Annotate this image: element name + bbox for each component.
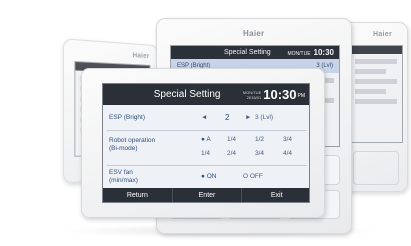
screen-header-bar: Special Setting MON/TUE 10:30 [171, 46, 339, 59]
option-radio[interactable]: 1/2 [255, 136, 264, 143]
setting-value: 2 [225, 113, 230, 122]
exit-button[interactable]: Exit [242, 188, 309, 202]
brand-logo: Haier [373, 31, 393, 38]
brand-logo: Haier [132, 52, 150, 61]
screen-line [355, 89, 387, 94]
brand-logo: Haier [243, 29, 265, 38]
screen-line [355, 69, 387, 74]
option-radio-on[interactable]: ● ON [201, 173, 216, 180]
left-arrow-icon[interactable]: ◄ [201, 114, 207, 121]
option-radio[interactable]: 1/4 [201, 150, 210, 157]
option-radio[interactable]: 2/4 [227, 150, 236, 157]
screen-header-bar: Special Setting MON/TUE 2016/01 10:30 PM [103, 84, 309, 105]
setting-row-esv[interactable]: ESV fan (min/max) ● ON O OFF [103, 166, 309, 188]
option-radio[interactable]: 4/4 [283, 150, 292, 157]
date-label: MON/TUE [287, 51, 311, 57]
screen-footer-bar: Return Enter Exit [103, 188, 309, 202]
screen-header-bar [350, 46, 402, 54]
clock: MON/TUE 10:30 [287, 48, 334, 57]
setting-unit: 3 (Lvl) [255, 114, 274, 121]
dpad-buttons[interactable] [353, 151, 399, 185]
right-arrow-icon[interactable]: ► [245, 114, 251, 121]
time-label: 10:30 [263, 87, 297, 102]
date-label: MON/TUE 2016/01 [242, 89, 262, 100]
clock: MON/TUE 2016/01 10:30 PM [241, 87, 309, 102]
option-radio[interactable]: 3/4 [255, 150, 264, 157]
setting-label: ESP (Bright) [109, 114, 146, 121]
controller-front: Special Setting MON/TUE 2016/01 10:30 PM… [81, 68, 325, 218]
ampm-label: PM [297, 93, 306, 99]
screen-title: Special Setting [224, 49, 271, 56]
screen-line [355, 99, 397, 104]
option-radio[interactable]: 3/4 [283, 136, 292, 143]
option-radio[interactable]: 1/4 [227, 136, 236, 143]
controller-front-screen: Special Setting MON/TUE 2016/01 10:30 PM… [102, 83, 310, 203]
screen-line [355, 79, 397, 84]
setting-label: ESV fan (min/max) [109, 169, 138, 184]
option-radio-off[interactable]: O OFF [243, 173, 263, 180]
screen-line [355, 59, 397, 64]
return-button[interactable]: Return [103, 188, 173, 202]
enter-button[interactable]: Enter [173, 188, 243, 202]
controller-right-screen [349, 45, 403, 143]
time-label: 10:30 [313, 48, 334, 57]
setting-label: Robot operation (Bi-mode) [109, 137, 156, 152]
option-radio[interactable]: ● A [201, 136, 211, 143]
screen-title: Special Setting [153, 89, 221, 100]
setting-row-esp[interactable]: ESP (Bright) ◄ 2 ► 3 (Lvl) [103, 107, 309, 129]
setting-row-robot[interactable]: Robot operation (Bi-mode) ● A 1/4 1/2 3/… [103, 131, 309, 164]
